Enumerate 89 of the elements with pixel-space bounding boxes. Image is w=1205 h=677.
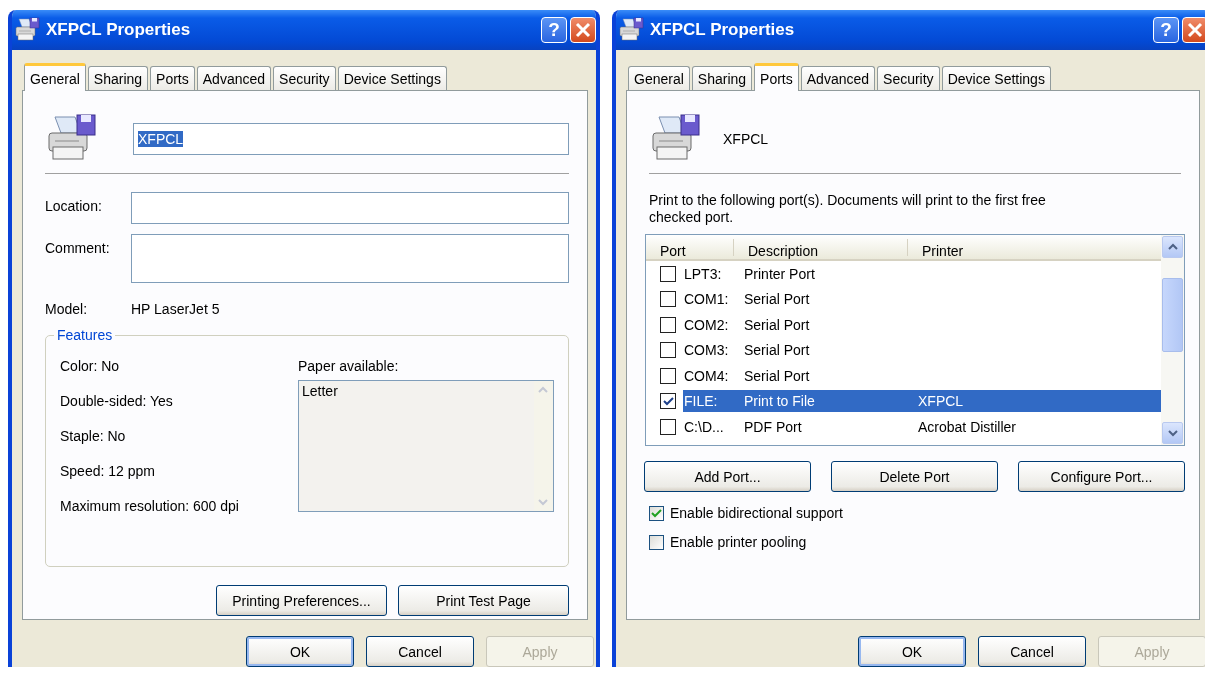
- table-cell-text: Print to File: [744, 393, 816, 410]
- table-cell-text: Printer Port: [744, 265, 816, 282]
- table-cell-text: PDF Port: [744, 418, 803, 435]
- checkbox[interactable]: [660, 265, 676, 282]
- input-field[interactable]: [131, 234, 569, 283]
- field-label: Comment:: [45, 239, 111, 256]
- port-list[interactable]: Port Description Printer LPT3: Printer Port COM1: Serial Port COM2: Serial Port COM3: Serial Port COM4: Serial Port FILE: Print to File XFPCL C:\D... PDF Port Acrobat Distiller: [645, 234, 1185, 446]
- table-cell-text: FILE:: [683, 393, 719, 410]
- list-row[interactable]: FILE: Print to File XFPCL: [683, 390, 1161, 413]
- table-cell-text: COM2:: [683, 316, 730, 333]
- checkbox-label: Enable bidirectional support: [670, 505, 843, 521]
- tab[interactable]: Advanced: [800, 66, 876, 90]
- dialog-button[interactable]: OK: [246, 636, 354, 667]
- paper-list[interactable]: Letter: [298, 380, 554, 512]
- window-title: XFPCL Properties: [650, 20, 796, 40]
- dialog-button[interactable]: Printing Preferences...: [216, 585, 387, 616]
- tab[interactable]: Ports: [150, 66, 195, 90]
- help-button[interactable]: ?: [1153, 17, 1179, 43]
- feature-text: Color: No: [60, 358, 121, 374]
- help-button[interactable]: ?: [541, 17, 567, 43]
- dialog-button[interactable]: Configure Port...: [1018, 461, 1185, 492]
- checkbox[interactable]: [660, 418, 676, 435]
- table-cell-text: Serial Port: [744, 291, 811, 308]
- table-cell-text: LPT3:: [683, 265, 723, 282]
- checkbox[interactable]: [649, 534, 664, 550]
- list-row[interactable]: COM1: Serial Port: [683, 288, 1161, 311]
- close-button[interactable]: [1182, 17, 1205, 43]
- printer-icon: [618, 17, 644, 43]
- column-header[interactable]: Printer: [908, 239, 1161, 256]
- tab[interactable]: Sharing: [691, 66, 753, 90]
- close-icon: [1187, 22, 1203, 38]
- scroll-thumb[interactable]: [1162, 278, 1183, 352]
- field-label: Model:: [45, 301, 89, 317]
- checkbox[interactable]: [660, 316, 676, 333]
- tab[interactable]: Ports: [754, 63, 799, 91]
- list-row[interactable]: COM4: Serial Port: [683, 364, 1161, 387]
- checkbox-label: Enable printer pooling: [670, 534, 807, 550]
- list-row[interactable]: LPT3: Printer Port: [683, 262, 1161, 285]
- column-header[interactable]: Port: [646, 239, 734, 256]
- field-label: Location:: [45, 197, 103, 214]
- feature-text: Maximum resolution: 600 dpi: [60, 498, 240, 514]
- list-label: Paper available:: [298, 358, 400, 374]
- tab[interactable]: General: [24, 63, 86, 91]
- tab[interactable]: Security: [273, 66, 336, 90]
- model-name: HP LaserJet 5: [131, 301, 220, 317]
- table-cell-text: Serial Port: [744, 367, 811, 384]
- table-cell-text: Serial Port: [744, 342, 811, 359]
- tab[interactable]: Device Settings: [941, 66, 1051, 90]
- name-field[interactable]: XFPCL: [133, 123, 569, 155]
- printer-name: XFPCL: [723, 131, 769, 147]
- dialog-button[interactable]: Print Test Page: [398, 585, 569, 616]
- tab[interactable]: Sharing: [87, 66, 149, 90]
- list-item[interactable]: Letter: [302, 383, 338, 399]
- scroll-up-button[interactable]: [1162, 236, 1183, 258]
- input-field[interactable]: [131, 192, 569, 224]
- tab[interactable]: Security: [877, 66, 940, 90]
- table-cell-text: XFPCL: [918, 393, 965, 410]
- dialog-button[interactable]: OK: [858, 636, 966, 667]
- feature-text: Staple: No: [60, 428, 127, 444]
- instruction-text: Print to the following port(s). Documents will print to the first free checked port.: [649, 192, 1047, 226]
- dialog-button[interactable]: Cancel: [366, 636, 474, 667]
- table-cell-text: C:\D...: [683, 418, 725, 435]
- tab[interactable]: Device Settings: [337, 66, 447, 90]
- table-cell-text: COM3:: [683, 342, 730, 359]
- dialog-button[interactable]: Cancel: [978, 636, 1086, 667]
- table-cell-text: COM1:: [683, 291, 730, 308]
- checkbox[interactable]: [660, 342, 676, 359]
- group-title: Features: [54, 327, 116, 343]
- window-title: XFPCL Properties: [46, 20, 192, 40]
- table-cell-text: Serial Port: [744, 316, 811, 333]
- table-cell-text: Acrobat Distiller: [918, 418, 1018, 435]
- close-icon: [575, 22, 591, 38]
- list-row[interactable]: COM3: Serial Port: [683, 339, 1161, 362]
- close-button[interactable]: [570, 17, 596, 43]
- dialog-button[interactable]: Add Port...: [644, 461, 811, 492]
- list-row[interactable]: C:\D... PDF Port Acrobat Distiller: [683, 415, 1161, 438]
- feature-text: Double-sided: Yes: [60, 393, 174, 409]
- printer-icon: [14, 17, 40, 43]
- list-row[interactable]: COM2: Serial Port: [683, 313, 1161, 336]
- checkbox[interactable]: [660, 367, 676, 384]
- dialog-button[interactable]: Delete Port: [831, 461, 998, 492]
- tab[interactable]: General: [628, 66, 690, 90]
- checkbox[interactable]: [660, 291, 676, 308]
- checkbox[interactable]: [649, 505, 664, 521]
- table-cell-text: COM4:: [683, 367, 730, 384]
- feature-text: Speed: 12 ppm: [60, 463, 156, 479]
- checkbox[interactable]: [660, 393, 676, 410]
- tab[interactable]: Advanced: [196, 66, 272, 90]
- scroll-down-button[interactable]: [1162, 422, 1183, 444]
